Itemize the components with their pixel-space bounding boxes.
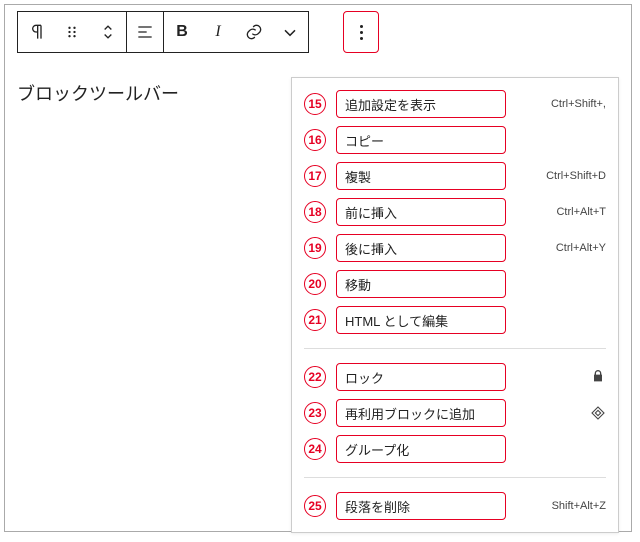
menu-separator bbox=[304, 348, 606, 349]
menu-item[interactable]: 後に挿入 bbox=[336, 234, 506, 262]
menu-shortcut: Ctrl+Shift+D bbox=[506, 170, 608, 182]
block-options-menu: 15追加設定を表示Ctrl+Shift+,16コピー17複製Ctrl+Shift… bbox=[291, 77, 619, 533]
annotation-badge: 20 bbox=[294, 273, 336, 295]
menu-row: 19後に挿入Ctrl+Alt+Y bbox=[294, 230, 616, 266]
menu-item[interactable]: 前に挿入 bbox=[336, 198, 506, 226]
menu-item[interactable]: 複製 bbox=[336, 162, 506, 190]
annotation-badge: 22 bbox=[294, 366, 336, 388]
annotation-badge: 15 bbox=[294, 93, 336, 115]
menu-row: 15追加設定を表示Ctrl+Shift+, bbox=[294, 86, 616, 122]
menu-shortcut: Ctrl+Alt+T bbox=[506, 206, 608, 218]
lock-icon bbox=[590, 368, 606, 387]
annotation-badge: 25 bbox=[294, 495, 336, 517]
menu-item[interactable]: 段落を削除 bbox=[336, 492, 506, 520]
page-title: ブロックツールバー bbox=[17, 80, 179, 106]
menu-row: 16コピー bbox=[294, 122, 616, 158]
annotation-badge: 21 bbox=[294, 309, 336, 331]
menu-row: 18前に挿入Ctrl+Alt+T bbox=[294, 194, 616, 230]
more-rich-toggle-icon[interactable] bbox=[272, 12, 308, 52]
menu-item[interactable]: コピー bbox=[336, 126, 506, 154]
menu-shortcut: Ctrl+Shift+, bbox=[506, 98, 608, 110]
menu-row: 20移動 bbox=[294, 266, 616, 302]
block-toolbar: B I bbox=[17, 11, 309, 53]
menu-shortcut: Ctrl+Alt+Y bbox=[506, 242, 608, 254]
menu-row: 22ロック bbox=[294, 359, 616, 395]
menu-item[interactable]: 移動 bbox=[336, 270, 506, 298]
menu-item[interactable]: HTML として編集 bbox=[336, 306, 506, 334]
menu-shortcut bbox=[506, 404, 608, 423]
menu-row: 21HTML として編集 bbox=[294, 302, 616, 338]
annotation-badge: 23 bbox=[294, 402, 336, 424]
align-icon[interactable] bbox=[127, 12, 163, 52]
menu-row: 24グループ化 bbox=[294, 431, 616, 467]
move-updown-icon[interactable] bbox=[90, 12, 126, 52]
block-type-paragraph-icon[interactable] bbox=[18, 12, 54, 52]
menu-item[interactable]: 追加設定を表示 bbox=[336, 90, 506, 118]
annotation-badge: 19 bbox=[294, 237, 336, 259]
annotation-badge: 18 bbox=[294, 201, 336, 223]
kebab-icon bbox=[360, 25, 363, 40]
annotation-badge: 16 bbox=[294, 129, 336, 151]
menu-separator bbox=[304, 477, 606, 478]
menu-item[interactable]: 再利用ブロックに追加 bbox=[336, 399, 506, 427]
italic-button[interactable]: I bbox=[200, 12, 236, 52]
menu-item[interactable]: ロック bbox=[336, 363, 506, 391]
bold-button[interactable]: B bbox=[164, 12, 200, 52]
annotation-badge: 24 bbox=[294, 438, 336, 460]
menu-item[interactable]: グループ化 bbox=[336, 435, 506, 463]
menu-row: 25段落を削除Shift+Alt+Z bbox=[294, 488, 616, 524]
menu-shortcut bbox=[506, 368, 608, 387]
menu-shortcut: Shift+Alt+Z bbox=[506, 500, 608, 512]
drag-handle-icon[interactable] bbox=[54, 12, 90, 52]
link-icon[interactable] bbox=[236, 12, 272, 52]
block-options-button[interactable] bbox=[343, 11, 379, 53]
menu-row: 17複製Ctrl+Shift+D bbox=[294, 158, 616, 194]
annotation-badge: 17 bbox=[294, 165, 336, 187]
menu-row: 23再利用ブロックに追加 bbox=[294, 395, 616, 431]
reusable-block-icon bbox=[590, 405, 606, 424]
